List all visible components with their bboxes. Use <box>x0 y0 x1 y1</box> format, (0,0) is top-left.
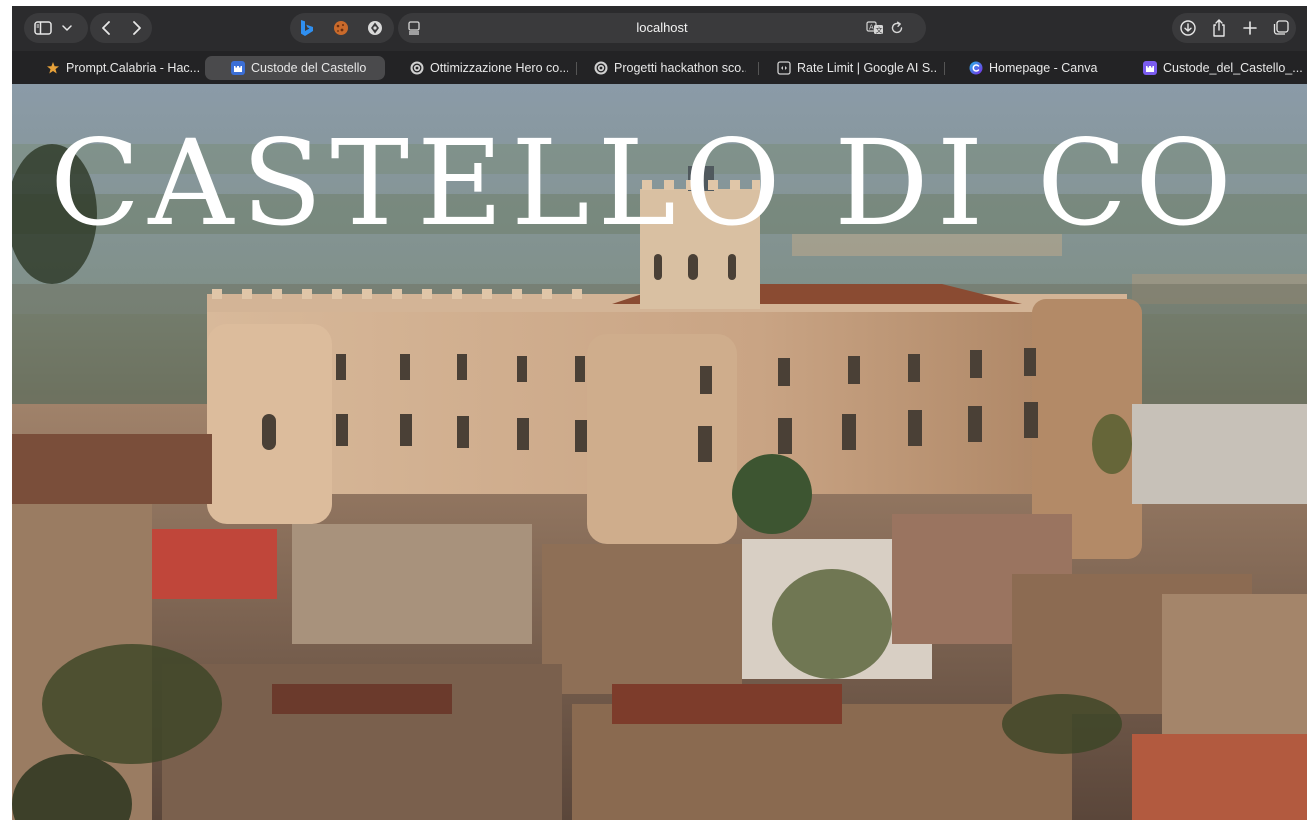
hero-section: CASTELLO DI CO <box>12 84 1307 820</box>
google-ai-icon <box>777 61 791 75</box>
sidebar-icon <box>34 21 52 35</box>
tab-label: Custode del Castello <box>251 61 367 75</box>
back-button[interactable] <box>90 13 121 43</box>
cookie-extension-icon[interactable] <box>324 13 358 43</box>
tab-separator <box>944 62 945 75</box>
castle-icon <box>231 61 245 75</box>
new-tab-icon[interactable] <box>1234 13 1265 43</box>
svg-text:A: A <box>869 24 874 32</box>
tab-separator <box>576 62 577 75</box>
tab-prompt-calabria[interactable]: Prompt.Calabria - Hac... <box>46 56 206 80</box>
canva-icon <box>969 61 983 75</box>
forward-button[interactable] <box>121 13 152 43</box>
navigation-buttons <box>90 13 152 43</box>
tab-rate-limit[interactable]: Rate Limit | Google AI S... <box>777 56 937 80</box>
tab-label: Ottimizzazione Hero co... <box>430 61 568 75</box>
tab-bar: Prompt.Calabria - Hac... Custode del Cas… <box>12 51 1307 84</box>
tab-custode-del-castello[interactable]: Custode del Castello <box>205 56 385 80</box>
chevron-down-icon <box>62 25 72 31</box>
tab-label: Progetti hackathon sco... <box>614 61 746 75</box>
extensions-bar <box>290 13 394 43</box>
svg-text:文: 文 <box>876 26 883 35</box>
tab-homepage-canva[interactable]: Homepage - Canva <box>969 56 1099 80</box>
translate-icon[interactable]: A文 <box>866 21 884 35</box>
openai-icon <box>410 61 424 75</box>
openai-icon <box>594 61 608 75</box>
tab-label: Prompt.Calabria - Hac... <box>66 61 201 75</box>
tab-label: Homepage - Canva <box>989 61 1098 75</box>
tab-label: Rate Limit | Google AI S... <box>797 61 937 75</box>
url-text: localhost <box>636 20 688 35</box>
shield-extension-icon[interactable] <box>358 13 392 43</box>
browser-window: localhost A文 Prompt.Calabria - Hac... Cu… <box>12 6 1307 820</box>
tab-progetti-hackathon[interactable]: Progetti hackathon sco... <box>594 56 746 80</box>
hero-title: CASTELLO DI CO <box>50 114 1240 252</box>
browser-toolbar: localhost A文 <box>12 6 1307 51</box>
share-icon[interactable] <box>1203 13 1234 43</box>
reload-icon[interactable] <box>890 21 904 35</box>
sidebar-toggle-button[interactable] <box>24 13 88 43</box>
bing-extension-icon[interactable] <box>290 13 324 43</box>
tab-label: Custode_del_Castello_... <box>1163 61 1303 75</box>
tab-overview-icon[interactable] <box>1265 13 1296 43</box>
star-icon <box>46 61 60 75</box>
downloads-icon[interactable] <box>1172 13 1203 43</box>
address-bar[interactable]: localhost A文 <box>398 13 926 43</box>
chevron-right-icon <box>132 21 141 35</box>
tab-separator <box>758 62 759 75</box>
castle-icon <box>1143 61 1157 75</box>
tab-ottimizzazione-hero[interactable]: Ottimizzazione Hero co... <box>410 56 568 80</box>
toolbar-actions <box>1172 13 1296 43</box>
tab-custode-del-castello-2[interactable]: Custode_del_Castello_... <box>1143 56 1303 80</box>
chevron-left-icon <box>101 21 110 35</box>
